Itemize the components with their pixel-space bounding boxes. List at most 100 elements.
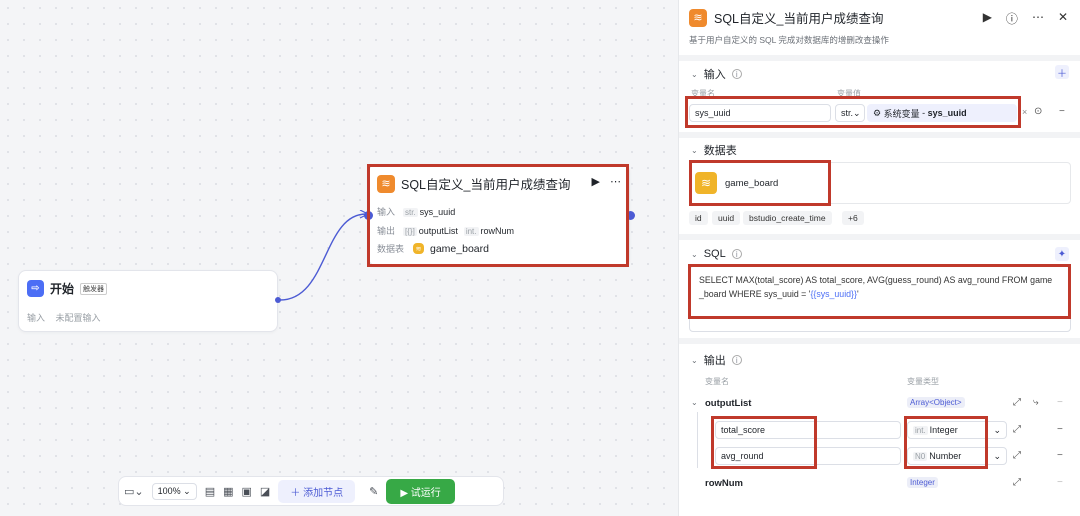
chevron-down-icon: ⌄ <box>691 145 698 155</box>
divider <box>679 132 1080 138</box>
output-type-select[interactable]: int. Integer ⌄ <box>907 421 1007 439</box>
variable-picker-icon[interactable]: ⊙ <box>1034 106 1042 117</box>
output-field-name[interactable]: total_score <box>715 421 901 439</box>
remove-icon[interactable]: − <box>1057 450 1063 461</box>
field-chip: id <box>689 211 708 225</box>
start-node-label: 开始 <box>50 282 75 296</box>
add-child-icon[interactable]: ⤷ <box>1033 397 1039 408</box>
value-var: sys_uuid <box>927 108 967 118</box>
connection-edge <box>279 210 370 301</box>
table-section-header[interactable]: ⌄ 数据表 <box>691 142 737 158</box>
start-input-value: 未配置输入 <box>55 313 101 323</box>
more-icon[interactable]: ⋯ <box>1032 10 1044 27</box>
sql-input-port[interactable] <box>364 211 373 220</box>
expand-icon[interactable]: ⤢ <box>1013 450 1021 461</box>
remove-icon[interactable]: − <box>1057 477 1063 488</box>
database-icon: ≋ <box>689 8 707 27</box>
col-name-header: 变量名 <box>705 377 729 386</box>
comment-icon[interactable]: ▤ <box>205 485 215 498</box>
wrench-icon[interactable]: ✎ <box>369 485 378 498</box>
input-var-name-field[interactable]: sys_uuid <box>689 104 831 122</box>
tree-line <box>697 412 698 468</box>
add-input-button[interactable]: ＋ <box>1055 65 1069 80</box>
remove-icon[interactable]: − <box>1057 397 1063 408</box>
chevron-down-icon: ⌄ <box>691 249 698 259</box>
sql-line: _board WHERE sys_uuid = '{{sys_uuid}}' <box>699 287 1061 301</box>
zoom-value: 100% <box>157 485 181 496</box>
input-value: sys_uuid <box>419 206 456 217</box>
panel-title: ≋ SQL自定义_当前用户成绩查询 <box>689 8 883 27</box>
expand-icon[interactable]: ⤢ <box>1013 397 1021 408</box>
panel-actions: ▶ ⓘ ⋯ ✕ <box>983 10 1068 27</box>
info-icon: i <box>731 249 742 259</box>
output-rownum-name: rowNum <box>705 478 743 489</box>
sql-node-output-row: 输出 [{}] outputList int. rowNum <box>377 224 514 237</box>
info-icon: i <box>731 355 742 365</box>
play-icon[interactable]: ▶ <box>592 175 600 188</box>
add-node-button[interactable]: ＋ 添加节点 <box>278 479 356 503</box>
sql-node-input-row: 输入 str. sys_uuid <box>377 205 455 218</box>
sql-node[interactable]: ≋ SQL自定义_当前用户成绩查询 ▶ ⋯ 输入 str. sys_uuid 输出… <box>368 164 630 266</box>
table-label: 数据表 <box>377 244 405 254</box>
help-icon[interactable]: ⓘ <box>1006 10 1018 27</box>
sql-node-table-row: 数据表 ≋ game_board <box>377 242 489 255</box>
minimap-icon[interactable]: ◪ <box>260 485 270 498</box>
input-type-select[interactable]: str. ⌄ <box>835 104 865 122</box>
output-section-header[interactable]: ⌄ 输出 i <box>691 352 742 368</box>
expand-icon[interactable]: ⤢ <box>1013 424 1021 435</box>
col-value-header: 变量值 <box>837 89 861 98</box>
input-var-name: sys_uuid <box>695 108 731 118</box>
chevron-down-icon[interactable]: ⌄ <box>691 398 698 407</box>
sql-editor[interactable]: SELECT MAX(total_score) AS total_score, … <box>689 266 1071 332</box>
output-rownum-type: Integer <box>907 477 938 488</box>
canvas-toolbar: ▭⌄ 100% ⌄ ▤ ▦ ▣ ◪ ＋ 添加节点 ✎ ▶ 试运行 <box>118 476 504 506</box>
field-chip: uuid <box>712 211 741 225</box>
field-chip: bstudio_create_time <box>743 211 832 225</box>
sql-heading: SQL <box>703 248 726 260</box>
zoom-select[interactable]: 100% ⌄ <box>151 482 197 500</box>
field-chip[interactable]: +6 <box>842 211 864 225</box>
input-section-header[interactable]: ⌄ 输入 i <box>691 66 742 82</box>
sql-node-label: SQL自定义_当前用户成绩查询 <box>401 178 571 192</box>
sql-node-title: ≋ SQL自定义_当前用户成绩查询 <box>377 174 570 193</box>
panel-title-text: SQL自定义_当前用户成绩查询 <box>714 12 884 26</box>
run-button[interactable]: ▶ 试运行 <box>386 478 455 504</box>
table-heading: 数据表 <box>703 145 737 157</box>
sql-output-port[interactable] <box>626 211 635 220</box>
table-name: game_board <box>725 177 779 189</box>
input-value-ref[interactable]: ⚙ 系统变量 - sys_uuid <box>867 104 1017 122</box>
grid-icon[interactable]: ▦ <box>223 485 233 498</box>
output-heading: 输出 <box>703 355 726 367</box>
start-node[interactable]: ⇨ 开始 触发器 输入 未配置输入 <box>18 270 278 332</box>
output-type-select[interactable]: N0 Number ⌄ <box>907 447 1007 465</box>
play-icon[interactable]: ▶ <box>983 10 992 27</box>
start-node-input: 输入 未配置输入 <box>27 311 101 324</box>
table-icon: ≋ <box>413 243 424 254</box>
output-field-name[interactable]: avg_round <box>715 447 901 465</box>
image-icon[interactable]: ▣ <box>242 485 252 498</box>
layout-icon[interactable]: ▭⌄ <box>124 485 144 498</box>
col-type-header: 变量类型 <box>907 377 939 386</box>
sql-section-header[interactable]: ⌄ SQL i <box>691 248 742 260</box>
output-root-name: outputList <box>705 398 752 409</box>
field-type: Number <box>929 451 962 461</box>
table-card[interactable]: ≋ game_board <box>689 162 1071 204</box>
col-name-header: 变量名 <box>691 89 715 98</box>
sql-text: _board WHERE sys_uuid = ' <box>699 289 811 299</box>
sql-line: SELECT MAX(total_score) AS total_score, … <box>699 275 1053 285</box>
clear-icon[interactable]: × <box>1022 107 1027 117</box>
close-icon[interactable]: ✕ <box>1058 10 1068 27</box>
start-input-label: 输入 <box>27 313 46 323</box>
remove-icon[interactable]: − <box>1057 424 1063 435</box>
gear-icon: ⚙ <box>873 107 882 118</box>
divider <box>679 338 1080 344</box>
divider <box>679 55 1080 61</box>
output-value: rowNum <box>480 225 515 236</box>
expand-icon[interactable]: ⤢ <box>1013 477 1021 488</box>
ai-assist-icon[interactable]: ✦ <box>1055 247 1069 261</box>
more-icon[interactable]: ⋯ <box>610 175 621 188</box>
sql-variable: {{sys_uuid}} <box>810 289 857 299</box>
remove-input-icon[interactable]: − <box>1059 106 1065 117</box>
input-type: str. <box>841 108 854 118</box>
field-name: total_score <box>721 425 766 435</box>
